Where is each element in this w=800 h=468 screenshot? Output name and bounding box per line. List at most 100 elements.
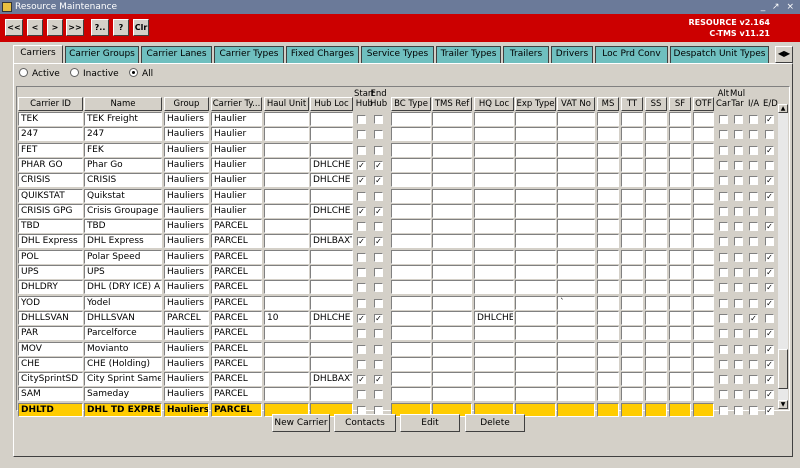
table-cell-tms-ref[interactable] (432, 357, 472, 371)
table-cell-carrier-type[interactable]: PARCEL (211, 387, 262, 401)
table-cell-ms[interactable] (597, 311, 619, 325)
column-header-hub-loc[interactable]: Hub Loc (310, 97, 353, 111)
column-header-exp-type[interactable]: Exp Type (515, 97, 556, 111)
table-cell-carrier-id[interactable]: CHE (18, 357, 83, 371)
table-cell-sf[interactable] (669, 219, 691, 233)
ia-checkbox[interactable] (749, 115, 758, 124)
table-cell-group[interactable]: Hauliers (164, 357, 209, 371)
start-hub-checkbox[interactable] (357, 253, 366, 262)
contacts-button[interactable]: Contacts (334, 414, 396, 432)
mul-tar-checkbox[interactable] (734, 268, 743, 277)
table-cell-tt[interactable] (621, 219, 643, 233)
ed-checkbox[interactable]: ✓ (765, 222, 774, 231)
new-carrier-button[interactable]: New Carrier (272, 414, 330, 432)
table-cell-tms-ref[interactable] (432, 342, 472, 356)
table-cell-tms-ref[interactable] (432, 173, 472, 187)
start-hub-checkbox[interactable] (357, 345, 366, 354)
table-cell-carrier-id[interactable]: CitySprintSD (18, 372, 83, 386)
table-cell-tt[interactable] (621, 342, 643, 356)
table-cell-ss[interactable] (645, 403, 667, 417)
end-hub-checkbox[interactable] (374, 146, 383, 155)
alt-car-checkbox[interactable] (719, 253, 728, 262)
table-cell-sf[interactable] (669, 357, 691, 371)
table-cell-name[interactable]: Polar Speed (84, 250, 162, 264)
ed-checkbox[interactable]: ✓ (765, 329, 774, 338)
table-cell-vat-no[interactable] (557, 158, 595, 172)
table-cell-haul-unit[interactable] (264, 158, 309, 172)
table-cell-sf[interactable] (669, 280, 691, 294)
table-cell-ss[interactable] (645, 342, 667, 356)
table-cell-ms[interactable] (597, 387, 619, 401)
table-cell-haul-unit[interactable] (264, 372, 309, 386)
table-cell-vat-no[interactable] (557, 219, 595, 233)
table-cell-carrier-type[interactable]: PARCEL (211, 265, 262, 279)
table-cell-carrier-type[interactable]: Haulier (211, 189, 262, 203)
table-cell-haul-unit[interactable] (264, 112, 309, 126)
alt-car-checkbox[interactable] (719, 130, 728, 139)
table-cell-haul-unit[interactable] (264, 143, 309, 157)
ed-checkbox[interactable]: ✓ (765, 360, 774, 369)
ia-checkbox[interactable] (749, 406, 758, 415)
table-cell-tt[interactable] (621, 204, 643, 218)
ia-checkbox[interactable] (749, 207, 758, 216)
table-cell-hub-loc[interactable] (310, 127, 353, 141)
table-cell-hub-loc[interactable] (310, 189, 353, 203)
table-cell-hq-loc[interactable] (474, 265, 514, 279)
table-cell-tt[interactable] (621, 250, 643, 264)
table-cell-hq-loc[interactable] (474, 280, 514, 294)
filter-radio-active[interactable]: Active (19, 68, 60, 80)
table-cell-exp-type[interactable] (515, 204, 556, 218)
table-cell-ms[interactable] (597, 173, 619, 187)
table-cell-ms[interactable] (597, 127, 619, 141)
alt-car-checkbox[interactable] (719, 207, 728, 216)
table-cell-sf[interactable] (669, 296, 691, 310)
table-cell-tms-ref[interactable] (432, 143, 472, 157)
ia-checkbox[interactable] (749, 390, 758, 399)
ed-checkbox[interactable] (765, 237, 774, 246)
table-cell-tms-ref[interactable] (432, 234, 472, 248)
table-cell-hq-loc[interactable] (474, 234, 514, 248)
end-hub-checkbox[interactable] (374, 253, 383, 262)
table-cell-name[interactable]: Sameday (84, 387, 162, 401)
table-cell-bc-type[interactable] (391, 112, 431, 126)
table-cell-haul-unit[interactable] (264, 265, 309, 279)
table-cell-haul-unit[interactable] (264, 326, 309, 340)
radio-dot-icon[interactable] (19, 68, 28, 77)
table-cell-group[interactable]: Hauliers (164, 127, 209, 141)
tab-despatch-unit-types[interactable]: Despatch Unit Types (670, 46, 769, 63)
ed-checkbox[interactable]: ✓ (765, 146, 774, 155)
table-cell-carrier-id[interactable]: DHLTD (18, 403, 83, 417)
end-hub-checkbox[interactable] (374, 390, 383, 399)
table-cell-bc-type[interactable] (391, 280, 431, 294)
table-cell-exp-type[interactable] (515, 158, 556, 172)
end-hub-checkbox[interactable]: ✓ (374, 314, 383, 323)
table-cell-carrier-id[interactable]: DHLLSVAN (18, 311, 83, 325)
end-hub-checkbox[interactable] (374, 329, 383, 338)
table-cell-group[interactable]: Hauliers (164, 372, 209, 386)
table-cell-group[interactable]: Hauliers (164, 387, 209, 401)
clear-button[interactable]: Clr (133, 19, 149, 36)
filter-radio-inactive[interactable]: Inactive (70, 68, 119, 80)
table-cell-hub-loc[interactable] (310, 143, 353, 157)
table-cell-exp-type[interactable] (515, 372, 556, 386)
table-cell-otf[interactable] (693, 234, 714, 248)
end-hub-checkbox[interactable] (374, 192, 383, 201)
mul-tar-checkbox[interactable] (734, 161, 743, 170)
ed-checkbox[interactable]: ✓ (765, 176, 774, 185)
window-controls[interactable]: _ ↗ × (761, 0, 796, 14)
table-cell-bc-type[interactable] (391, 234, 431, 248)
table-cell-tms-ref[interactable] (432, 296, 472, 310)
table-cell-ms[interactable] (597, 280, 619, 294)
table-cell-sf[interactable] (669, 189, 691, 203)
table-cell-tt[interactable] (621, 280, 643, 294)
table-cell-ss[interactable] (645, 219, 667, 233)
table-cell-carrier-id[interactable]: QUIKSTAT (18, 189, 83, 203)
table-cell-carrier-id[interactable]: CRISIS (18, 173, 83, 187)
start-hub-checkbox[interactable]: ✓ (357, 176, 366, 185)
table-cell-otf[interactable] (693, 280, 714, 294)
table-cell-name[interactable]: DHL TD EXPRESS (84, 403, 162, 417)
table-cell-vat-no[interactable] (557, 280, 595, 294)
column-header-name[interactable]: Name (84, 97, 162, 111)
table-cell-otf[interactable] (693, 387, 714, 401)
table-cell-name[interactable]: Quikstat (84, 189, 162, 203)
